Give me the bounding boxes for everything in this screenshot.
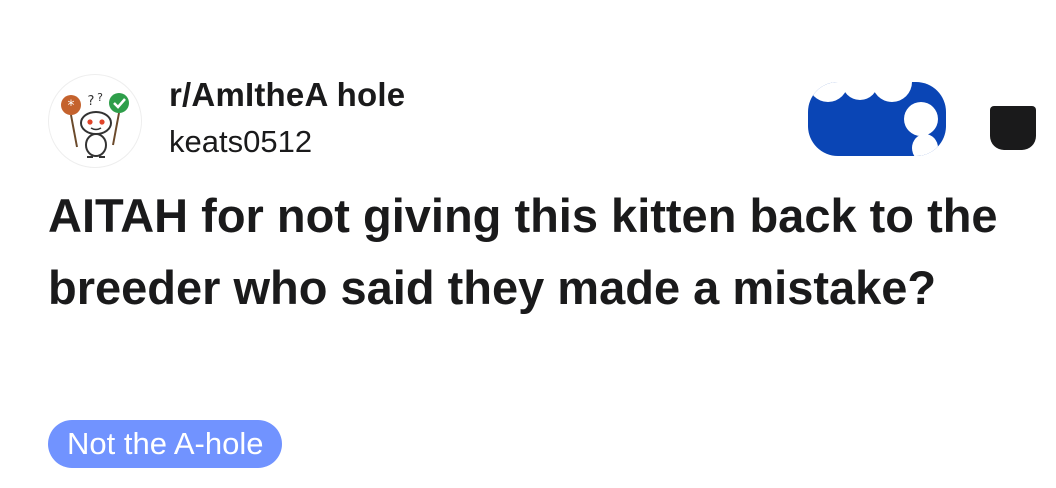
snoo-avatar-icon[interactable]: * ? ? — [48, 74, 142, 168]
post-flair[interactable]: Not the A-hole — [48, 420, 283, 468]
join-button-shape — [912, 134, 938, 156]
svg-text:?: ? — [97, 91, 103, 104]
more-options-icon[interactable] — [990, 106, 1036, 150]
svg-text:*: * — [68, 98, 75, 114]
svg-text:?: ? — [88, 94, 95, 109]
post-header: * ? ? r/AmItheA hole keats0512 — [48, 72, 1048, 172]
username[interactable]: keats0512 — [169, 122, 405, 162]
subreddit-name[interactable]: r/AmItheA hole — [169, 74, 405, 116]
snoo-avatar-graphic: * ? ? — [61, 91, 129, 158]
join-button-shape — [904, 102, 938, 136]
post-meta: r/AmItheA hole keats0512 — [169, 74, 405, 162]
join-button-shape — [872, 82, 912, 102]
post-title[interactable]: AITAH for not giving this kitten back to… — [48, 180, 1028, 324]
join-button[interactable] — [808, 82, 946, 156]
